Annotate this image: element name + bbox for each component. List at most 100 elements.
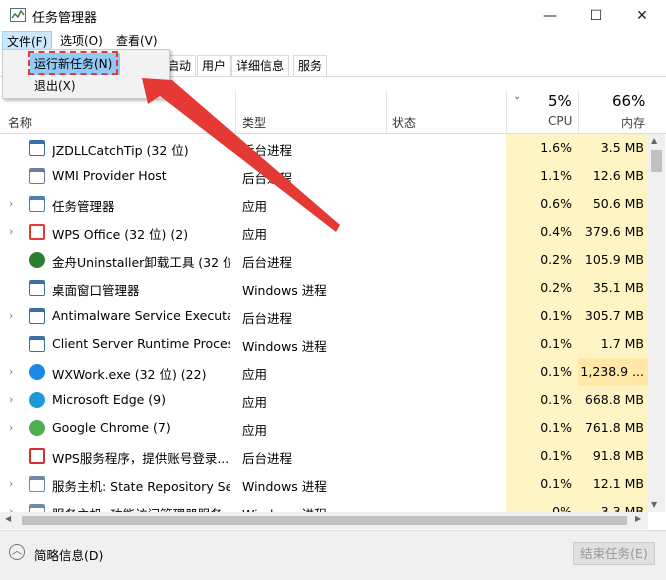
process-name: 金舟Uninstaller卸载工具 (32 位): [52, 255, 230, 270]
process-cpu: 0.1%: [506, 302, 578, 330]
expand-chevron-icon[interactable]: ›: [9, 309, 13, 322]
table-row[interactable]: JZDLLCatchTip (32 位) 后台进程 1.6% 3.5 MB: [0, 134, 648, 162]
process-name: WXWork.exe (32 位) (22): [52, 367, 207, 382]
menu-options[interactable]: 选项(O): [56, 31, 107, 51]
window-app-icon: [29, 140, 45, 156]
edge-icon: [29, 392, 45, 408]
table-row[interactable]: WPS服务程序，提供账号登录... 后台进程 0.1% 91.8 MB: [0, 442, 648, 470]
column-cpu[interactable]: CPU: [548, 114, 572, 128]
scroll-right-icon[interactable]: ▶: [635, 514, 641, 523]
process-cpu: 0.2%: [506, 274, 578, 302]
process-memory: 3.5 MB: [578, 134, 648, 162]
table-row[interactable]: › Google Chrome (7) 应用 0.1% 761.8 MB: [0, 414, 648, 442]
table-row[interactable]: Client Server Runtime Process Windows 进程 0…: [0, 330, 648, 358]
vertical-scroll-thumb[interactable]: [651, 150, 662, 172]
tab-details[interactable]: 详细信息: [231, 55, 290, 76]
process-cpu: 1.1%: [506, 162, 578, 190]
process-type: 应用: [242, 199, 268, 214]
window-title: 任务管理器: [32, 11, 98, 26]
process-type: 后台进程: [242, 255, 293, 270]
table-row[interactable]: › 服务主机: 功能访问管理器服务 Windows 进程 0%3.3 MB: [0, 498, 648, 512]
process-type: 应用: [242, 423, 268, 438]
process-type: Windows 进程: [242, 339, 327, 354]
uninstaller-icon: [29, 252, 45, 268]
table-row[interactable]: › WPS Office (32 位) (2) 应用 0.4% 379.6 MB: [0, 218, 648, 246]
process-cpu: 0.1%: [506, 442, 578, 470]
scroll-up-icon[interactable]: ▲: [651, 136, 657, 145]
process-cpu: 0.1%: [506, 386, 578, 414]
expand-chevron-icon[interactable]: ›: [9, 421, 13, 434]
cpu-total-percent[interactable]: 5%: [548, 92, 572, 110]
scroll-left-icon[interactable]: ◀: [5, 514, 11, 523]
table-row[interactable]: › 任务管理器 应用 0.6% 50.6 MB: [0, 190, 648, 218]
wps-service-icon: [29, 448, 45, 464]
column-divider: [578, 91, 579, 133]
process-name: Google Chrome (7): [52, 420, 171, 435]
window-app-icon: [29, 280, 45, 296]
table-row[interactable]: 桌面窗口管理器 Windows 进程 0.2% 35.1 MB: [0, 274, 648, 302]
gear-icon: [29, 476, 45, 492]
process-name: Microsoft Edge (9): [52, 392, 166, 407]
memory-total-percent[interactable]: 66%: [612, 92, 645, 110]
expand-chevron-icon[interactable]: ›: [9, 505, 13, 512]
fewer-details-link[interactable]: 简略信息(D): [34, 545, 103, 564]
table-row[interactable]: › WXWork.exe (32 位) (22) 应用 0.1% 1,238.9 ...: [0, 358, 648, 386]
process-memory: 91.8 MB: [578, 442, 648, 470]
minimize-button[interactable]: —: [527, 0, 573, 31]
expand-chevron-icon[interactable]: ›: [9, 197, 13, 210]
horizontal-scroll-thumb[interactable]: [22, 516, 627, 525]
scroll-down-icon[interactable]: ▼: [651, 500, 657, 509]
process-type: 应用: [242, 367, 268, 382]
process-name: WPS Office (32 位) (2): [52, 227, 189, 242]
process-name: Client Server Runtime Process: [52, 336, 230, 351]
end-task-button[interactable]: 结束任务(E): [573, 542, 655, 565]
process-memory: 12.6 MB: [578, 162, 648, 190]
tab-services[interactable]: 服务: [293, 55, 328, 76]
process-memory: 668.8 MB: [578, 386, 648, 414]
column-memory[interactable]: 内存: [621, 114, 645, 131]
process-name: 服务主机: 功能访问管理器服务: [52, 504, 230, 512]
process-memory: 12.1 MB: [578, 470, 648, 498]
column-divider: [506, 91, 507, 133]
process-memory: 3.3 MB: [578, 498, 648, 512]
process-name: Antimalware Service Executable: [52, 308, 230, 323]
process-cpu: 0.1%: [506, 358, 578, 386]
table-row[interactable]: › 服务主机: State Repository Se... Windows 进程 0…: [0, 470, 648, 498]
wxwork-icon: [29, 364, 45, 380]
table-row[interactable]: WMI Provider Host 后台进程 1.1% 12.6 MB: [0, 162, 648, 190]
task-manager-icon: [10, 8, 26, 22]
process-type: 后台进程: [242, 311, 293, 326]
gear-icon: [29, 504, 45, 512]
vertical-scrollbar[interactable]: [648, 134, 665, 512]
process-cpu: 1.6%: [506, 134, 578, 162]
process-cpu: 0.1%: [506, 414, 578, 442]
close-button[interactable]: ✕: [619, 0, 665, 31]
column-status[interactable]: 状态: [392, 114, 416, 131]
chrome-icon: [29, 420, 45, 436]
expand-chevron-icon[interactable]: ›: [9, 225, 13, 238]
table-row[interactable]: 金舟Uninstaller卸载工具 (32 位) 后台进程 0.2% 105.9 MB: [0, 246, 648, 274]
process-type: Windows 进程: [242, 283, 327, 298]
collapse-chevron-icon[interactable]: ︿: [9, 544, 25, 560]
process-cpu: 0.6%: [506, 190, 578, 218]
column-name[interactable]: 名称: [8, 114, 32, 131]
expand-chevron-icon[interactable]: ›: [9, 393, 13, 406]
exit-menu-item[interactable]: 退出(X): [34, 77, 76, 95]
expand-chevron-icon[interactable]: ›: [9, 477, 13, 490]
process-type: Windows 进程: [242, 479, 327, 494]
process-memory: 35.1 MB: [578, 274, 648, 302]
tab-users[interactable]: 用户: [197, 55, 232, 76]
process-memory: 50.6 MB: [578, 190, 648, 218]
menu-file[interactable]: 文件(F): [2, 31, 53, 51]
maximize-button[interactable]: ☐: [573, 0, 619, 31]
process-name: 服务主机: State Repository Se...: [52, 479, 230, 494]
sort-chevron-icon: ⌄: [513, 91, 522, 102]
process-memory: 761.8 MB: [578, 414, 648, 442]
table-row[interactable]: › Antimalware Service Executable 后台进程 0.1%3…: [0, 302, 648, 330]
expand-chevron-icon[interactable]: ›: [9, 365, 13, 378]
column-type[interactable]: 类型: [242, 114, 266, 131]
menu-view[interactable]: 查看(V): [112, 31, 162, 51]
process-type: 后台进程: [242, 143, 293, 158]
table-row[interactable]: › Microsoft Edge (9) 应用 0.1% 668.8 MB: [0, 386, 648, 414]
process-name: 任务管理器: [52, 199, 115, 214]
